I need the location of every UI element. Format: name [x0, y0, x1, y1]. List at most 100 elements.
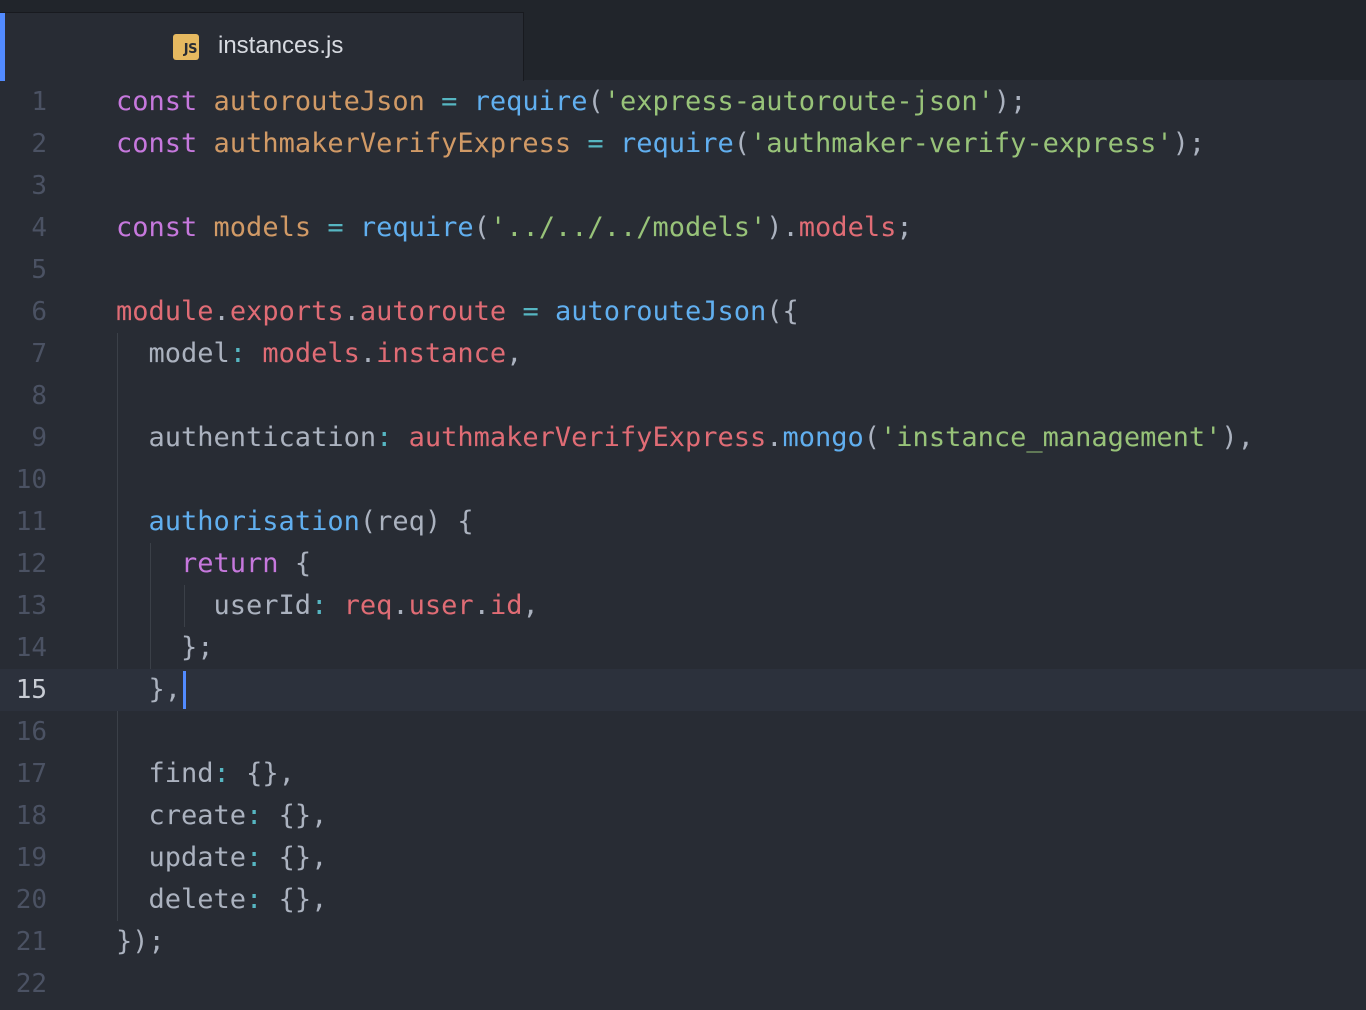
- code-token: ({: [766, 296, 799, 327]
- code-token: :: [246, 800, 279, 831]
- code-token: };: [116, 632, 214, 663]
- line-number: 13: [15, 591, 47, 621]
- line-number: 10: [15, 465, 47, 495]
- code-token: {},: [278, 800, 328, 831]
- code-token: instance: [376, 338, 507, 369]
- code-line[interactable]: 17 find: {},: [0, 753, 1366, 795]
- code-text: authentication: authmakerVerifyExpress.m…: [116, 417, 1254, 459]
- code-line[interactable]: 9 authentication: authmakerVerifyExpress…: [0, 417, 1366, 459]
- line-number: 2: [31, 129, 47, 159]
- code-token: (: [733, 128, 751, 159]
- code-token: =: [424, 86, 474, 117]
- code-token: {},: [246, 758, 295, 789]
- code-line[interactable]: 21});: [0, 921, 1366, 963]
- line-number: 21: [15, 927, 47, 957]
- code-token: autoroute: [359, 296, 507, 327]
- code-text: };: [116, 627, 214, 669]
- code-line[interactable]: 8: [0, 375, 1366, 417]
- code-text: const autorouteJson = require('express-a…: [116, 81, 1026, 123]
- code-line[interactable]: 20 delete: {},: [0, 879, 1366, 921]
- code-text: create: {},: [116, 795, 328, 837]
- code-token: },: [116, 674, 182, 705]
- line-number: 22: [15, 969, 47, 999]
- code-line[interactable]: 13 userId: req.user.id,: [0, 585, 1366, 627]
- code-token: ,: [522, 590, 539, 621]
- code-token: const: [116, 86, 214, 117]
- line-number: 11: [15, 507, 47, 537]
- code-token: create: [116, 800, 247, 831]
- line-number: 14: [15, 633, 47, 663]
- code-text: return {: [116, 543, 311, 585]
- code-line[interactable]: 19 update: {},: [0, 837, 1366, 879]
- line-number: 8: [31, 381, 47, 411]
- code-token: ;: [896, 212, 913, 243]
- code-token: :: [246, 842, 279, 873]
- code-token: return: [181, 548, 279, 579]
- code-token: module: [116, 296, 214, 327]
- code-line[interactable]: 18 create: {},: [0, 795, 1366, 837]
- code-line[interactable]: 2 const authmakerVerifyExpress = require(…: [0, 123, 1366, 165]
- code-token: update: [116, 842, 247, 873]
- code-token: ).: [766, 212, 799, 243]
- code-line[interactable]: 15 },: [0, 669, 1366, 711]
- code-token: :: [246, 884, 279, 915]
- code-line[interactable]: 10: [0, 459, 1366, 501]
- code-token: require: [619, 128, 734, 159]
- code-token: user: [408, 590, 474, 621]
- code-line[interactable]: 22: [0, 963, 1366, 1005]
- tab-bar: JS instances.js: [0, 0, 1366, 82]
- js-file-icon: JS: [173, 34, 199, 60]
- code-token: const: [116, 212, 214, 243]
- code-token: model: [116, 338, 230, 369]
- line-number: 16: [15, 717, 47, 747]
- code-line[interactable]: 6 module.exports.autoroute = autorouteJso…: [0, 291, 1366, 333]
- code-token: .: [392, 590, 409, 621]
- code-token: );: [1172, 128, 1206, 159]
- code-token: ,: [506, 338, 523, 369]
- code-text: const models = require('../../../models'…: [116, 207, 913, 249]
- code-text: const authmakerVerifyExpress = require('…: [116, 123, 1205, 165]
- code-text: });: [116, 921, 165, 963]
- code-token: ),: [1221, 422, 1254, 453]
- code-line[interactable]: 5: [0, 249, 1366, 291]
- code-token: .: [343, 296, 360, 327]
- code-token: models: [798, 212, 897, 243]
- code-token: autorouteJson: [213, 86, 425, 117]
- code-token: find: [116, 758, 214, 789]
- code-token: require: [473, 86, 588, 117]
- code-token: .: [473, 590, 490, 621]
- code-line[interactable]: 7 model: models.instance,: [0, 333, 1366, 375]
- code-line[interactable]: 16: [0, 711, 1366, 753]
- code-token: userId: [116, 590, 312, 621]
- code-line[interactable]: 3: [0, 165, 1366, 207]
- code-line[interactable]: 11 authorisation(req) {: [0, 501, 1366, 543]
- code-token: {: [278, 548, 312, 579]
- tab-instances-js[interactable]: JS instances.js: [0, 12, 524, 82]
- code-text: module.exports.autoroute = autorouteJson…: [116, 291, 799, 333]
- code-token: 'authmaker-verify-express': [750, 128, 1173, 159]
- code-token: mongo: [782, 422, 864, 453]
- line-number: 17: [15, 759, 47, 789]
- code-editor[interactable]: 1 const autorouteJson = require('express-…: [0, 81, 1366, 1010]
- line-number: 7: [31, 339, 47, 369]
- code-token: {},: [278, 842, 328, 873]
- code-line[interactable]: 14 };: [0, 627, 1366, 669]
- line-number: 18: [15, 801, 47, 831]
- code-token: '../../../models': [489, 212, 767, 243]
- code-token: delete: [116, 884, 247, 915]
- code-line[interactable]: 4 const models = require('../../../models…: [0, 207, 1366, 249]
- code-token: );: [993, 86, 1027, 117]
- code-token: const: [116, 128, 214, 159]
- code-text: authorisation(req) {: [116, 501, 474, 543]
- code-line[interactable]: 1 const autorouteJson = require('express-…: [0, 81, 1366, 123]
- code-token: authmakerVerifyExpress: [408, 422, 767, 453]
- code-line[interactable]: 12 return {: [0, 543, 1366, 585]
- code-token: 'instance_management': [880, 422, 1222, 453]
- code-text: userId: req.user.id,: [116, 585, 539, 627]
- tab-title[interactable]: instances.js: [218, 30, 343, 62]
- code-token: {},: [278, 884, 328, 915]
- code-token: authentication: [116, 422, 377, 453]
- text-cursor: [182, 671, 186, 709]
- line-number: 15: [15, 675, 47, 705]
